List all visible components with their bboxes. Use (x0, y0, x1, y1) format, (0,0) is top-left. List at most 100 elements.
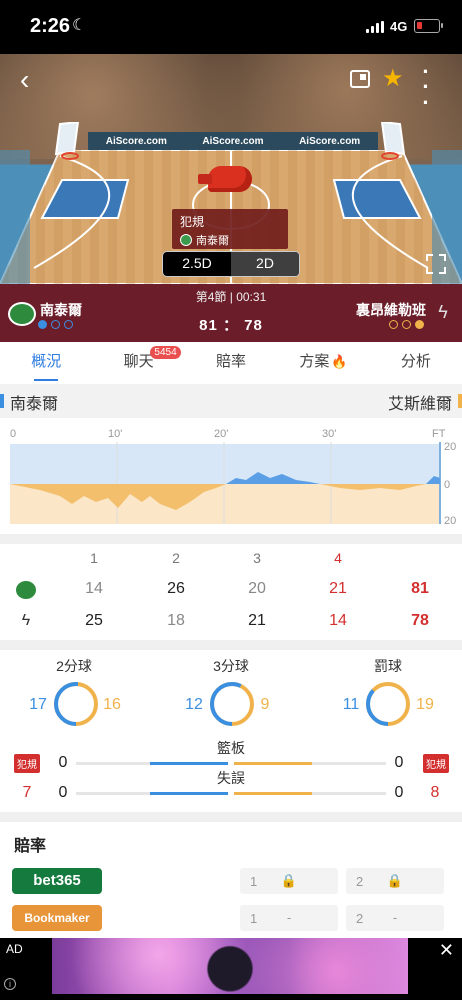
timeout-dot (402, 320, 411, 329)
stat-ring (366, 682, 410, 726)
odds-cell[interactable]: 2 - (346, 905, 444, 931)
bookmaker-logo-bookmaker[interactable]: Bookmaker (12, 905, 102, 931)
away-color-bar (458, 394, 462, 408)
tab-label: 分析 (400, 353, 431, 370)
ad-label: AD (6, 942, 23, 956)
event-card: 犯規 南泰爾 (172, 209, 288, 249)
away-timeouts (389, 320, 424, 329)
event-type: 犯規 (180, 215, 205, 229)
home-color-bar (0, 394, 4, 408)
mode-2d-button[interactable]: 2D (231, 252, 299, 276)
fire-icon: 🔥 (331, 354, 348, 369)
timeout-dot (389, 320, 398, 329)
odds-value: - (392, 910, 398, 925)
picture-in-picture-icon[interactable] (350, 70, 370, 88)
timeout-dot (415, 320, 424, 329)
x-tick-label: 20' (214, 428, 228, 440)
momentum-team-row: 南泰爾 艾斯維爾 (0, 384, 462, 418)
stat-home-value: 12 (185, 696, 203, 713)
lock-icon: 🔒 (386, 873, 404, 888)
ad-boards: AiScore.com AiScore.com AiScore.com (88, 132, 378, 150)
back-icon[interactable]: ‹ (20, 66, 29, 94)
chat-count-badge: 5454 (150, 346, 181, 359)
close-icon[interactable]: ✕ (439, 940, 454, 961)
home-fouls: 7 (22, 784, 32, 801)
odds-title: 賠率 (14, 838, 47, 855)
tab-label: 聊天 (123, 353, 154, 370)
ad-banner[interactable]: AD ✕ i (0, 938, 462, 1000)
quarter-score: 14 (85, 580, 103, 597)
home-team-logo (16, 581, 36, 599)
mode-2-5d-button[interactable]: 2.5D (163, 252, 231, 276)
momentum-home-name: 南泰爾 (10, 396, 59, 413)
odds-cell[interactable]: 1 🔒 (240, 868, 338, 894)
rebounds-away-bar (234, 762, 312, 765)
y-tick-label: 0 (444, 479, 450, 491)
fullscreen-icon[interactable] (426, 254, 446, 274)
total-score: 81 (411, 580, 429, 597)
tab-bar: 概況 聊天 5454 賠率 方案 🔥 分析 (0, 342, 462, 384)
home-quarter-row: 14 26 20 21 81 (0, 580, 462, 608)
tab-chat[interactable]: 聊天 5454 (92, 342, 184, 384)
quarter-header: 4 (334, 550, 342, 566)
moon-icon: ☾ (72, 17, 87, 34)
quarter-score-table: 1 2 3 4 14 26 20 21 81 ϟ 25 18 21 14 78 (0, 544, 462, 640)
quarter-header: 1 (90, 550, 98, 566)
x-tick-label: 0 (10, 428, 16, 440)
y-tick-label: 20 (444, 441, 456, 453)
tab-overview[interactable]: 概況 (0, 342, 92, 384)
favorite-star-icon[interactable]: ★ (382, 64, 404, 93)
rebounds-home-bar (150, 762, 228, 765)
tab-odds[interactable]: 賠率 (185, 342, 277, 384)
bookmaker-logo-bet365[interactable]: bet365 (12, 868, 102, 894)
odds-value: - (286, 910, 292, 925)
stat-title: 2分球 (56, 658, 92, 674)
ad-board: AiScore.com (202, 135, 264, 147)
quarter-score: 18 (167, 612, 185, 629)
event-team-name: 南泰爾 (196, 235, 229, 247)
quarter-header: 3 (253, 550, 261, 566)
stat-ring (54, 682, 98, 726)
lock-icon: 🔒 (280, 873, 298, 888)
ad-board: AiScore.com (299, 135, 361, 147)
battery-icon (414, 19, 443, 33)
right-hoop (380, 122, 406, 160)
momentum-chart: 0 10' 20' 30' FT 20 0 20 (10, 428, 456, 527)
x-tick-label: FT (432, 428, 446, 440)
away-team-logo: ϟ (438, 302, 448, 322)
clock: 2:26 (30, 15, 71, 37)
turnovers-away: 0 (394, 784, 404, 801)
x-tick-label: 10' (108, 428, 122, 440)
stat-title: 罰球 (374, 658, 402, 674)
stat-home-value: 11 (342, 696, 360, 713)
tab-plans[interactable]: 方案 🔥 (277, 342, 369, 384)
odds-cell[interactable]: 2 🔒 (346, 868, 444, 894)
whistle-icon (198, 166, 252, 192)
more-options-icon[interactable]: · · · (418, 60, 434, 113)
y-tick-label: 20 (444, 515, 456, 527)
signal-icon (366, 21, 386, 33)
odds-cell[interactable]: 1 - (240, 905, 338, 931)
away-quarter-row: ϟ 25 18 21 14 78 (0, 612, 462, 640)
ad-image[interactable] (52, 938, 408, 994)
status-bar: 2:26 ☾ 4G (0, 0, 462, 54)
quarter-score: 25 (85, 612, 103, 629)
away-team-logo: ϟ (21, 612, 31, 629)
event-team: 南泰爾 (180, 232, 280, 248)
score-bar: 南泰爾 第4節 | 00:31 81 ： 78 裏昂維勒班 ϟ (0, 284, 462, 342)
info-icon[interactable]: i (4, 978, 16, 990)
network-label: 4G (390, 19, 408, 34)
tab-label: 賠率 (216, 353, 247, 370)
quarter-score: 20 (248, 580, 266, 597)
turnovers-home: 0 (58, 784, 68, 801)
match-page: 2:26 ☾ 4G AiScore.com AiScore.com AiScor… (0, 0, 462, 1000)
quarter-score: 21 (329, 580, 347, 597)
stat-away-value: 9 (260, 696, 270, 713)
quarter-header-row: 1 2 3 4 (0, 550, 462, 578)
stat-away-value: 19 (416, 696, 434, 713)
quarter-header: 2 (172, 550, 180, 566)
away-team-name[interactable]: 裏昂維勒班 (356, 300, 426, 320)
tab-analysis[interactable]: 分析 (370, 342, 462, 384)
stat-title: 3分球 (213, 658, 249, 674)
away-fouls: 8 (430, 784, 440, 801)
